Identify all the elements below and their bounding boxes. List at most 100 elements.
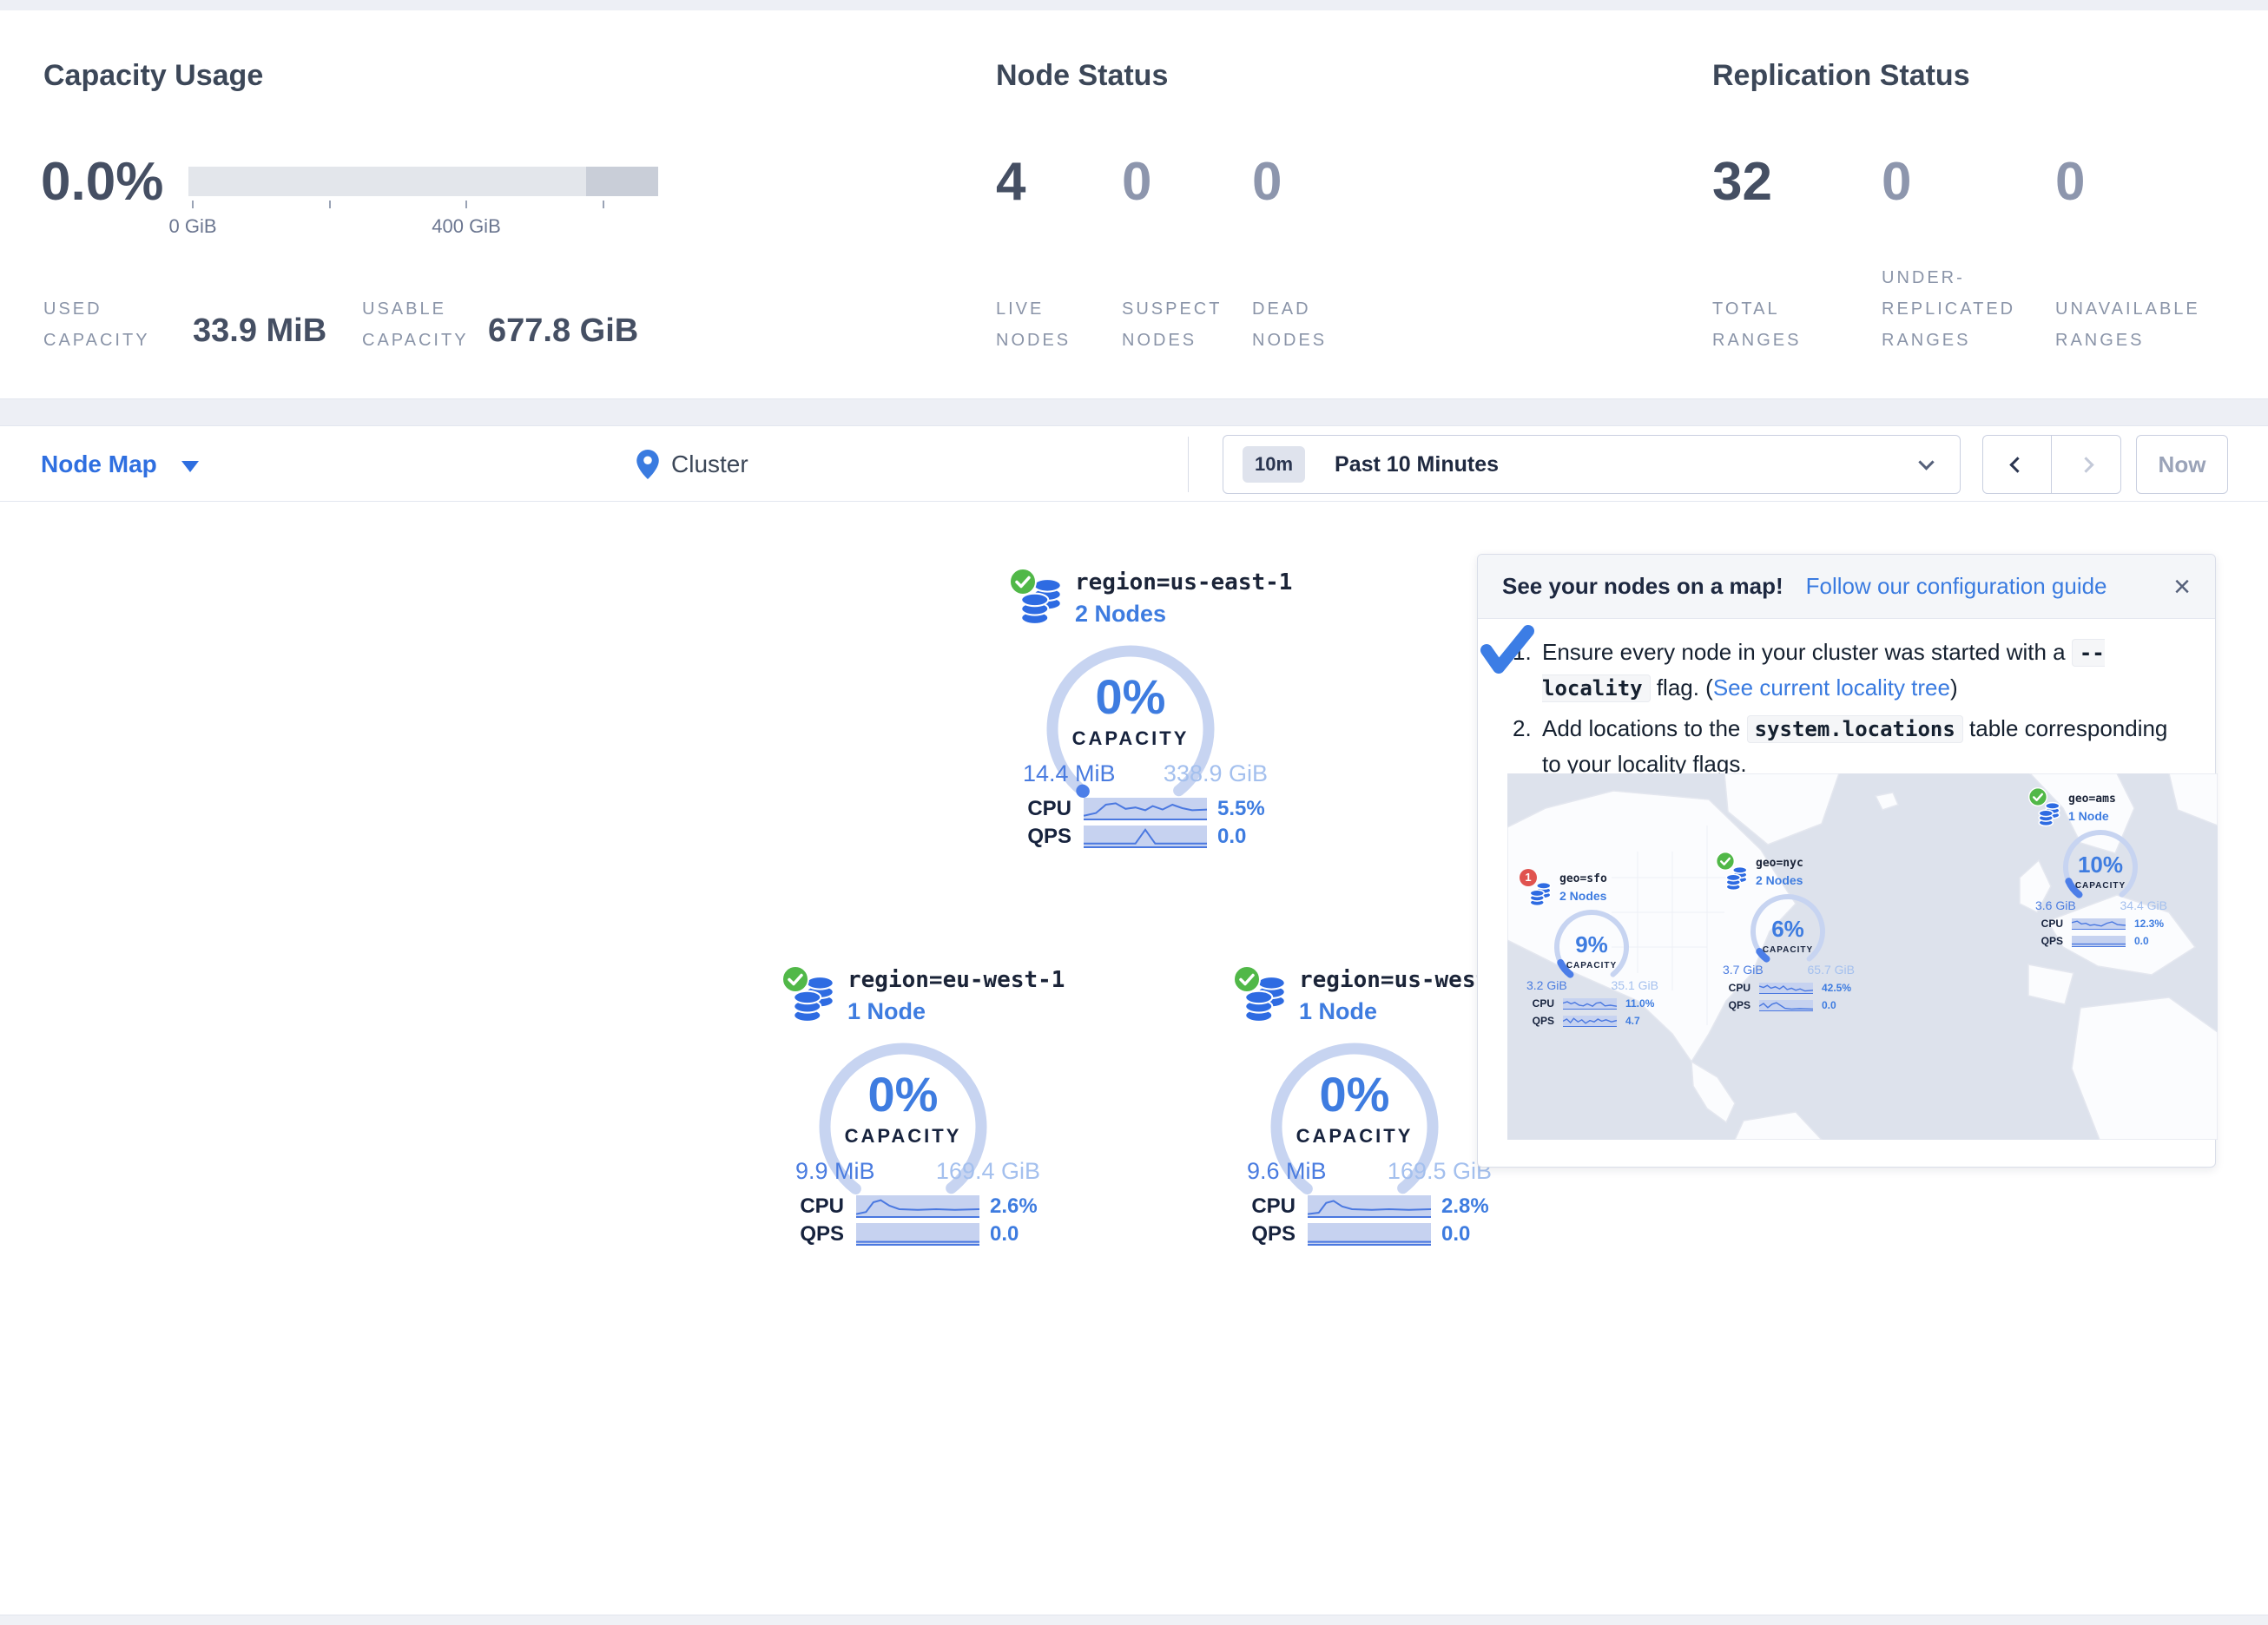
time-forward-button[interactable] bbox=[2052, 436, 2120, 493]
cpu-row: CPU 2.6% bbox=[771, 1194, 1049, 1220]
map-pin-icon bbox=[636, 450, 659, 479]
qps-label: QPS bbox=[1520, 1015, 1554, 1027]
used-capacity: 9.6 MiB bbox=[1247, 1158, 1327, 1185]
total-capacity: 169.4 GiB bbox=[936, 1158, 1040, 1185]
step-number: 2. bbox=[1513, 711, 1532, 746]
capacity-gauge: 0% CAPACITY bbox=[1037, 635, 1224, 823]
qps-sparkline bbox=[1308, 1223, 1431, 1246]
capacity-tick bbox=[192, 201, 194, 208]
region-name: region=eu-west-1 bbox=[847, 967, 1065, 993]
cpu-value: 12.3% bbox=[2134, 918, 2164, 930]
qps-label: QPS bbox=[1019, 825, 1071, 849]
qps-label: QPS bbox=[2028, 935, 2063, 947]
locality-tree-link[interactable]: See current locality tree bbox=[1713, 674, 1950, 701]
dead-nodes-label: DEAD NODES bbox=[1252, 293, 1327, 356]
chevron-left-icon bbox=[2009, 457, 2025, 472]
qps-sparkline bbox=[2072, 936, 2126, 947]
total-capacity: 169.5 GiB bbox=[1388, 1158, 1492, 1185]
health-ok-icon bbox=[781, 965, 809, 993]
popup-title: See your nodes on a map! bbox=[1502, 573, 1783, 600]
node-map-page: Capacity Usage 0.0% 0 GiB 400 GiB USED C… bbox=[0, 0, 2268, 1625]
breadcrumb[interactable]: Cluster bbox=[636, 445, 748, 484]
capacity-label: CAPACITY bbox=[1550, 961, 1633, 970]
suspect-nodes-count: 0 bbox=[1122, 151, 1151, 213]
time-nav-arrows bbox=[1982, 435, 2121, 494]
qps-label: QPS bbox=[1716, 999, 1750, 1011]
cpu-sparkline bbox=[1084, 798, 1207, 820]
popup-header: See your nodes on a map! Follow our conf… bbox=[1478, 555, 2215, 619]
chevron-down-icon bbox=[1918, 454, 1934, 470]
mini-node-geo-nyc[interactable]: geo=nyc 2 Nodes 6% CAPACITY 3.7 GiB 65.7… bbox=[1716, 850, 1862, 1020]
time-range-selector[interactable]: 10m Past 10 Minutes bbox=[1223, 435, 1961, 494]
geo-nodes-link[interactable]: 1 Node bbox=[2068, 809, 2109, 823]
qps-sparkline bbox=[1759, 1000, 1813, 1011]
step-text: Add locations to the bbox=[1542, 715, 1747, 741]
view-selector-label: Node Map bbox=[41, 451, 157, 478]
breadcrumb-label: Cluster bbox=[671, 451, 748, 478]
cluster-summary-panel: Capacity Usage 0.0% 0 GiB 400 GiB USED C… bbox=[0, 10, 2268, 399]
qps-value: 4.7 bbox=[1625, 1015, 1640, 1027]
capacity-percent: 0% bbox=[1037, 668, 1224, 725]
capacity-label: CAPACITY bbox=[1746, 945, 1830, 955]
geo-nodes-link[interactable]: 2 Nodes bbox=[1756, 873, 1803, 887]
capacity-percent: 9% bbox=[1550, 931, 1633, 958]
region-nodes-link[interactable]: 1 Node bbox=[1299, 998, 1377, 1025]
cpu-sparkline bbox=[2072, 918, 2126, 930]
qps-label: QPS bbox=[1243, 1222, 1296, 1247]
popup-steps: 1. Ensure every node in your cluster was… bbox=[1513, 635, 2190, 786]
error-count-badge: 1 bbox=[1520, 869, 1537, 886]
now-button[interactable]: Now bbox=[2136, 435, 2228, 494]
configuration-guide-link[interactable]: Follow our configuration guide bbox=[1806, 573, 2107, 600]
health-ok-icon bbox=[1233, 965, 1261, 993]
view-selector-dropdown[interactable]: Node Map bbox=[41, 445, 199, 484]
qps-sparkline bbox=[856, 1223, 979, 1246]
qps-value: 0.0 bbox=[990, 1222, 1019, 1247]
cpu-row: CPU 2.8% bbox=[1223, 1194, 1500, 1220]
usable-capacity-label: USABLE CAPACITY bbox=[362, 293, 469, 356]
capacity-usage-percent: 0.0% bbox=[41, 151, 163, 213]
qps-row: QPS 4.7 bbox=[1520, 1015, 1665, 1029]
mini-node-geo-ams[interactable]: geo=ams 1 Node 10% CAPACITY 3.6 GiB 34.4… bbox=[2028, 786, 2174, 956]
health-ok-icon bbox=[1009, 568, 1037, 595]
capacity-label: CAPACITY bbox=[2059, 881, 2142, 891]
region-card-eu-west-1[interactable]: region=eu-west-1 1 Node 0% CAPACITY 9.9 … bbox=[771, 960, 1049, 1255]
health-ok-icon bbox=[2028, 787, 2047, 806]
unavailable-count: 0 bbox=[2055, 151, 2085, 213]
used-capacity: 3.2 GiB bbox=[1526, 978, 1567, 992]
cpu-value: 42.5% bbox=[1822, 982, 1851, 994]
usable-capacity-value: 677.8 GiB bbox=[488, 312, 638, 350]
time-back-button[interactable] bbox=[1983, 436, 2052, 493]
cpu-value: 2.6% bbox=[990, 1194, 1038, 1219]
qps-row: QPS 0.0 bbox=[771, 1222, 1049, 1248]
capacity-label: CAPACITY bbox=[1261, 1125, 1448, 1148]
capacity-tick-label: 0 GiB bbox=[168, 215, 216, 238]
close-icon[interactable]: × bbox=[2173, 572, 2191, 602]
mini-node-geo-sfo[interactable]: 1 geo=sfo 2 Nodes 9% CAPACITY 3.2 GiB 35… bbox=[1520, 865, 1665, 1036]
caret-down-icon bbox=[181, 461, 199, 472]
qps-row: QPS 0.0 bbox=[999, 825, 1276, 851]
geo-nodes-link[interactable]: 2 Nodes bbox=[1559, 889, 1606, 903]
capacity-tick bbox=[603, 201, 604, 208]
capacity-label: CAPACITY bbox=[809, 1125, 997, 1148]
live-nodes-label: LIVE NODES bbox=[996, 293, 1071, 356]
example-world-map: 1 geo=sfo 2 Nodes 9% CAPACITY 3.2 GiB 35… bbox=[1507, 773, 2218, 1140]
step-done-check-icon bbox=[1480, 621, 1537, 678]
capacity-gauge: 0% CAPACITY bbox=[1261, 1033, 1448, 1220]
capacity-tick bbox=[329, 201, 331, 208]
used-capacity-value: 33.9 MiB bbox=[193, 312, 326, 350]
qps-label: QPS bbox=[792, 1222, 844, 1247]
qps-value: 0.0 bbox=[1217, 825, 1246, 849]
region-card-us-west-1[interactable]: region=us-west-1 1 Node 0% CAPACITY 9.6 … bbox=[1223, 960, 1500, 1255]
region-nodes-link[interactable]: 2 Nodes bbox=[1075, 601, 1166, 628]
used-capacity-label: USED CAPACITY bbox=[43, 293, 150, 356]
live-nodes-count: 4 bbox=[996, 151, 1025, 213]
cpu-row: CPU 12.3% bbox=[2028, 918, 2174, 931]
toolbar-divider bbox=[1188, 437, 1189, 492]
capacity-usage-bar-reserved bbox=[586, 167, 658, 196]
region-card-us-east-1[interactable]: region=us-east-1 2 Nodes 0% CAPACITY 14.… bbox=[999, 562, 1276, 858]
capacity-percent: 10% bbox=[2059, 852, 2142, 878]
region-nodes-link[interactable]: 1 Node bbox=[847, 998, 926, 1025]
qps-value: 0.0 bbox=[1441, 1222, 1470, 1247]
geo-name: geo=ams bbox=[2068, 793, 2116, 806]
dead-nodes-count: 0 bbox=[1252, 151, 1282, 213]
